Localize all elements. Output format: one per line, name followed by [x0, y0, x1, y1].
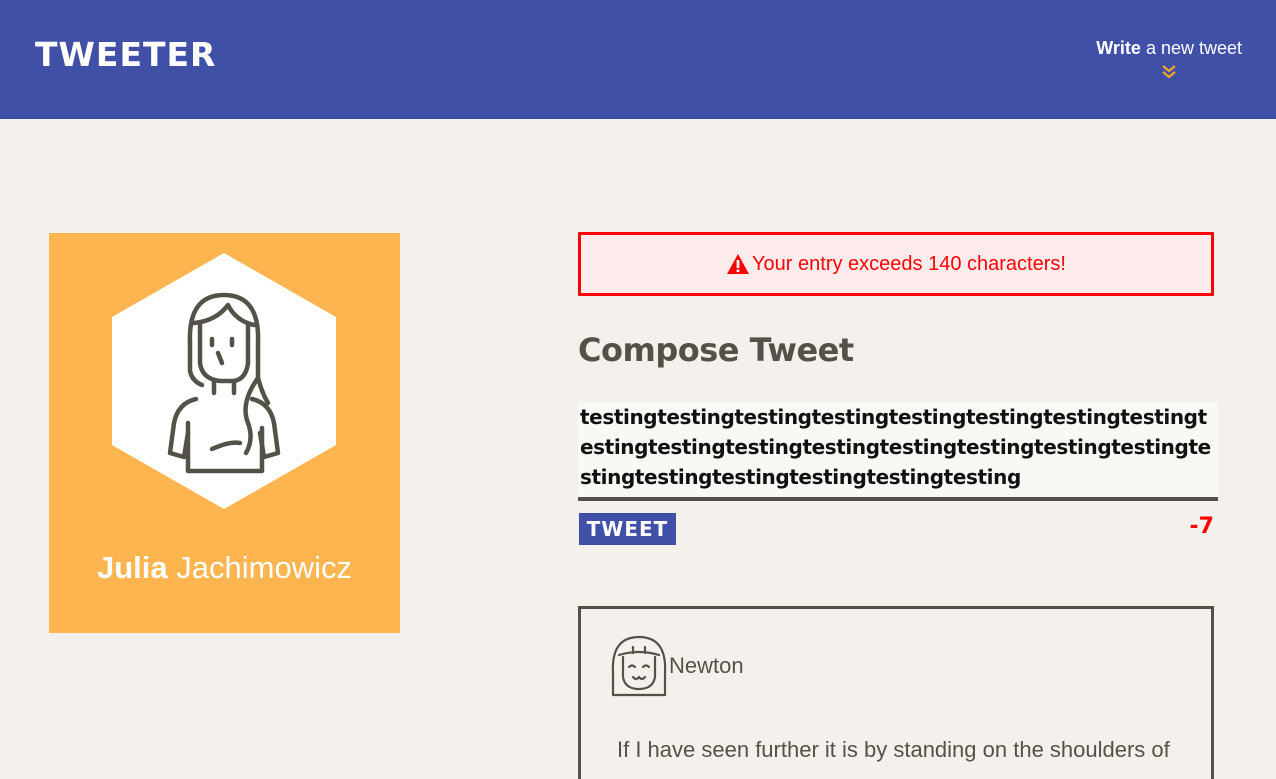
write-label-rest: a new tweet [1140, 38, 1242, 58]
error-banner: Your entry exceeds 140 characters! [578, 232, 1214, 296]
tweet-button[interactable]: TWEET [579, 513, 676, 545]
profile-name: Julia Jachimowicz [49, 548, 400, 588]
tweet-card: Newton If I have seen further it is by s… [578, 606, 1214, 779]
compose-title: Compose Tweet [578, 331, 854, 369]
woman-avatar-icon [112, 253, 336, 509]
profile-first-name: Julia [97, 550, 168, 585]
warning-icon [727, 254, 750, 274]
smiling-avatar-icon [611, 635, 667, 697]
tweet-textarea[interactable]: testingtestingtestingtestingtestingtesti… [578, 402, 1218, 501]
profile-last-name: Jachimowicz [176, 550, 352, 585]
error-message: Your entry exceeds 140 characters! [752, 252, 1066, 275]
app-logo[interactable]: TWEETER [35, 35, 216, 75]
write-label-bold: Write [1096, 38, 1141, 58]
profile-card: Julia Jachimowicz [49, 233, 400, 633]
write-new-tweet-button[interactable]: Write a new tweet [1096, 36, 1242, 80]
tweet-author: Newton [669, 653, 744, 678]
top-navigation: TWEETER Write a new tweet [0, 0, 1276, 119]
double-chevron-down-icon [1162, 65, 1176, 79]
character-counter: -7 [1189, 514, 1214, 539]
tweet-content: If I have seen further it is by standing… [617, 737, 1170, 762]
